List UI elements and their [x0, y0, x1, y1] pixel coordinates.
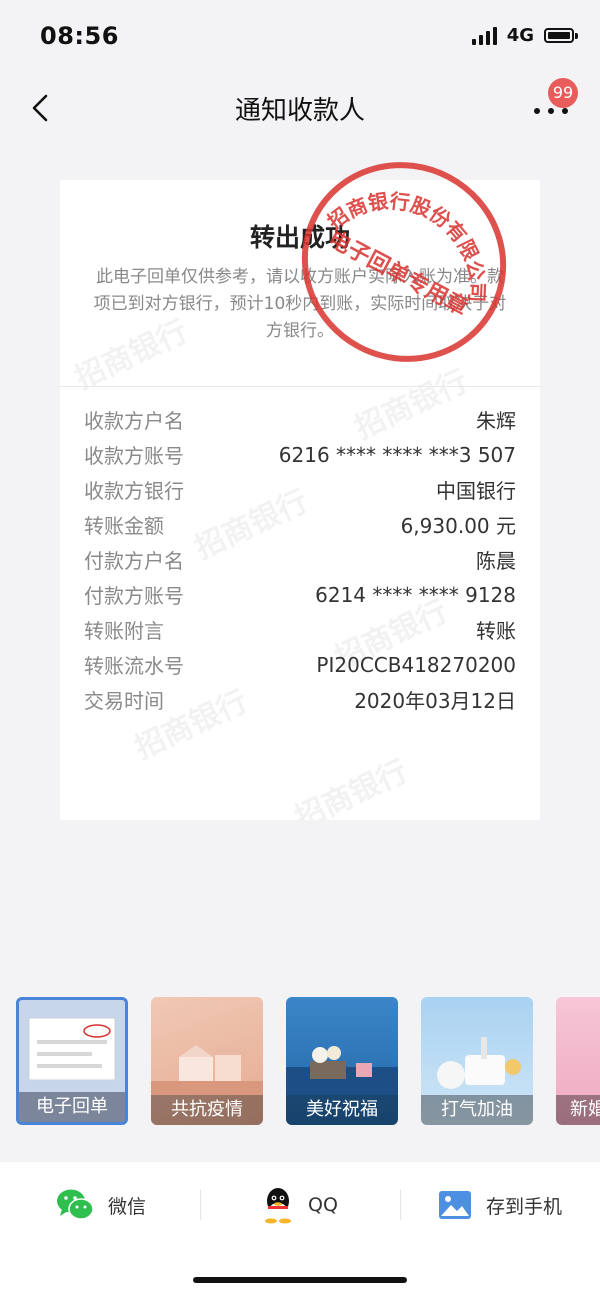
receipt-thumbnail-icon	[28, 1017, 116, 1081]
template-cheer-up[interactable]: 打气加油	[421, 997, 533, 1125]
home-indicator	[193, 1277, 407, 1283]
field-label: 收款方户名	[84, 409, 184, 433]
nav-bar: 通知收款人 99	[0, 72, 600, 144]
save-to-phone-label: 存到手机	[486, 1195, 563, 1218]
more-button[interactable]: 99	[530, 78, 578, 128]
receipt-field-row: 付款方户名 陈晨	[84, 542, 516, 577]
receipt-fields: 收款方户名 朱辉收款方账号 6216 **** **** ***3 507 收款方银行…	[84, 402, 516, 717]
receipt-field-row: 收款方账号 6216 **** **** ***3 507	[84, 437, 516, 472]
template-label: 共抗疫情	[151, 1095, 263, 1125]
notification-badge: 99	[548, 78, 578, 108]
status-right: 4G	[471, 25, 578, 46]
field-label: 收款方账号	[84, 444, 184, 468]
field-label: 转账金额	[84, 514, 164, 538]
field-label: 收款方银行	[84, 479, 184, 503]
watermark: 招商银行	[289, 753, 414, 820]
template-label: 美好祝福	[286, 1095, 398, 1125]
receipt-field-row: 交易时间 2020年03月12日	[84, 682, 516, 717]
share-qq-button[interactable]: QQ	[262, 1180, 338, 1230]
template-wedding[interactable]: 新婚	[556, 997, 600, 1125]
status-bar: 08:56 4G	[0, 0, 600, 72]
template-label: 电子回单	[19, 1092, 125, 1122]
field-value: PI20CCB418270200	[316, 652, 516, 677]
field-value: 6214 **** **** 9128	[315, 582, 516, 607]
template-label: 打气加油	[421, 1095, 533, 1125]
template-good-wishes[interactable]: 美好祝福	[286, 997, 398, 1125]
field-value: 2020年03月12日	[354, 689, 516, 713]
template-electronic-receipt[interactable]: 电子回单	[16, 997, 128, 1125]
field-label: 转账流水号	[84, 654, 184, 678]
template-label: 新婚	[556, 1095, 600, 1125]
image-icon	[439, 1191, 471, 1219]
field-label: 付款方户名	[84, 549, 184, 573]
save-to-phone-button[interactable]: 存到手机	[438, 1180, 562, 1230]
page-title: 通知收款人	[234, 96, 365, 126]
field-label: 交易时间	[84, 689, 164, 713]
receipt-field-row: 付款方账号 6214 **** **** 9128	[84, 577, 516, 612]
share-wechat-button[interactable]: 微信	[56, 1180, 146, 1230]
battery-icon	[544, 28, 578, 43]
receipt-field-row: 转账金额 6,930.00 元	[84, 507, 516, 542]
field-value: 朱辉	[476, 409, 516, 433]
receipt-field-row: 转账流水号 PI20CCB418270200	[84, 647, 516, 682]
divider	[200, 1190, 201, 1220]
share-qq-label: QQ	[308, 1194, 338, 1216]
template-carousel: 电子回单 共抗疫情 美好祝福 打气加油 新婚	[16, 997, 600, 1127]
field-value: 中国银行	[436, 479, 516, 503]
field-label: 付款方账号	[84, 584, 184, 608]
food-image-icon	[437, 1037, 521, 1089]
signal-icon	[471, 26, 497, 45]
receipt-field-row: 收款方银行 中国银行	[84, 472, 516, 507]
flower-box-image-icon	[286, 1046, 398, 1095]
receipt-field-row: 收款方户名 朱辉	[84, 402, 516, 437]
share-wechat-label: 微信	[108, 1195, 147, 1218]
divider	[400, 1190, 401, 1220]
field-value: 6,930.00 元	[400, 514, 516, 538]
field-value: 转账	[476, 619, 516, 643]
status-time: 08:56	[40, 22, 119, 50]
gift-image-icon	[151, 1045, 263, 1095]
template-fight-epidemic[interactable]: 共抗疫情	[151, 997, 263, 1125]
divider	[60, 386, 540, 387]
wechat-icon	[57, 1189, 94, 1220]
network-label: 4G	[506, 25, 534, 46]
more-icon	[534, 108, 568, 114]
qq-icon	[265, 1188, 291, 1224]
receipt-field-row: 转账附言 转账	[84, 612, 516, 647]
field-value: 陈晨	[476, 549, 516, 573]
field-label: 转账附言	[84, 619, 164, 643]
field-value: 6216 **** **** ***3 507	[278, 442, 516, 467]
